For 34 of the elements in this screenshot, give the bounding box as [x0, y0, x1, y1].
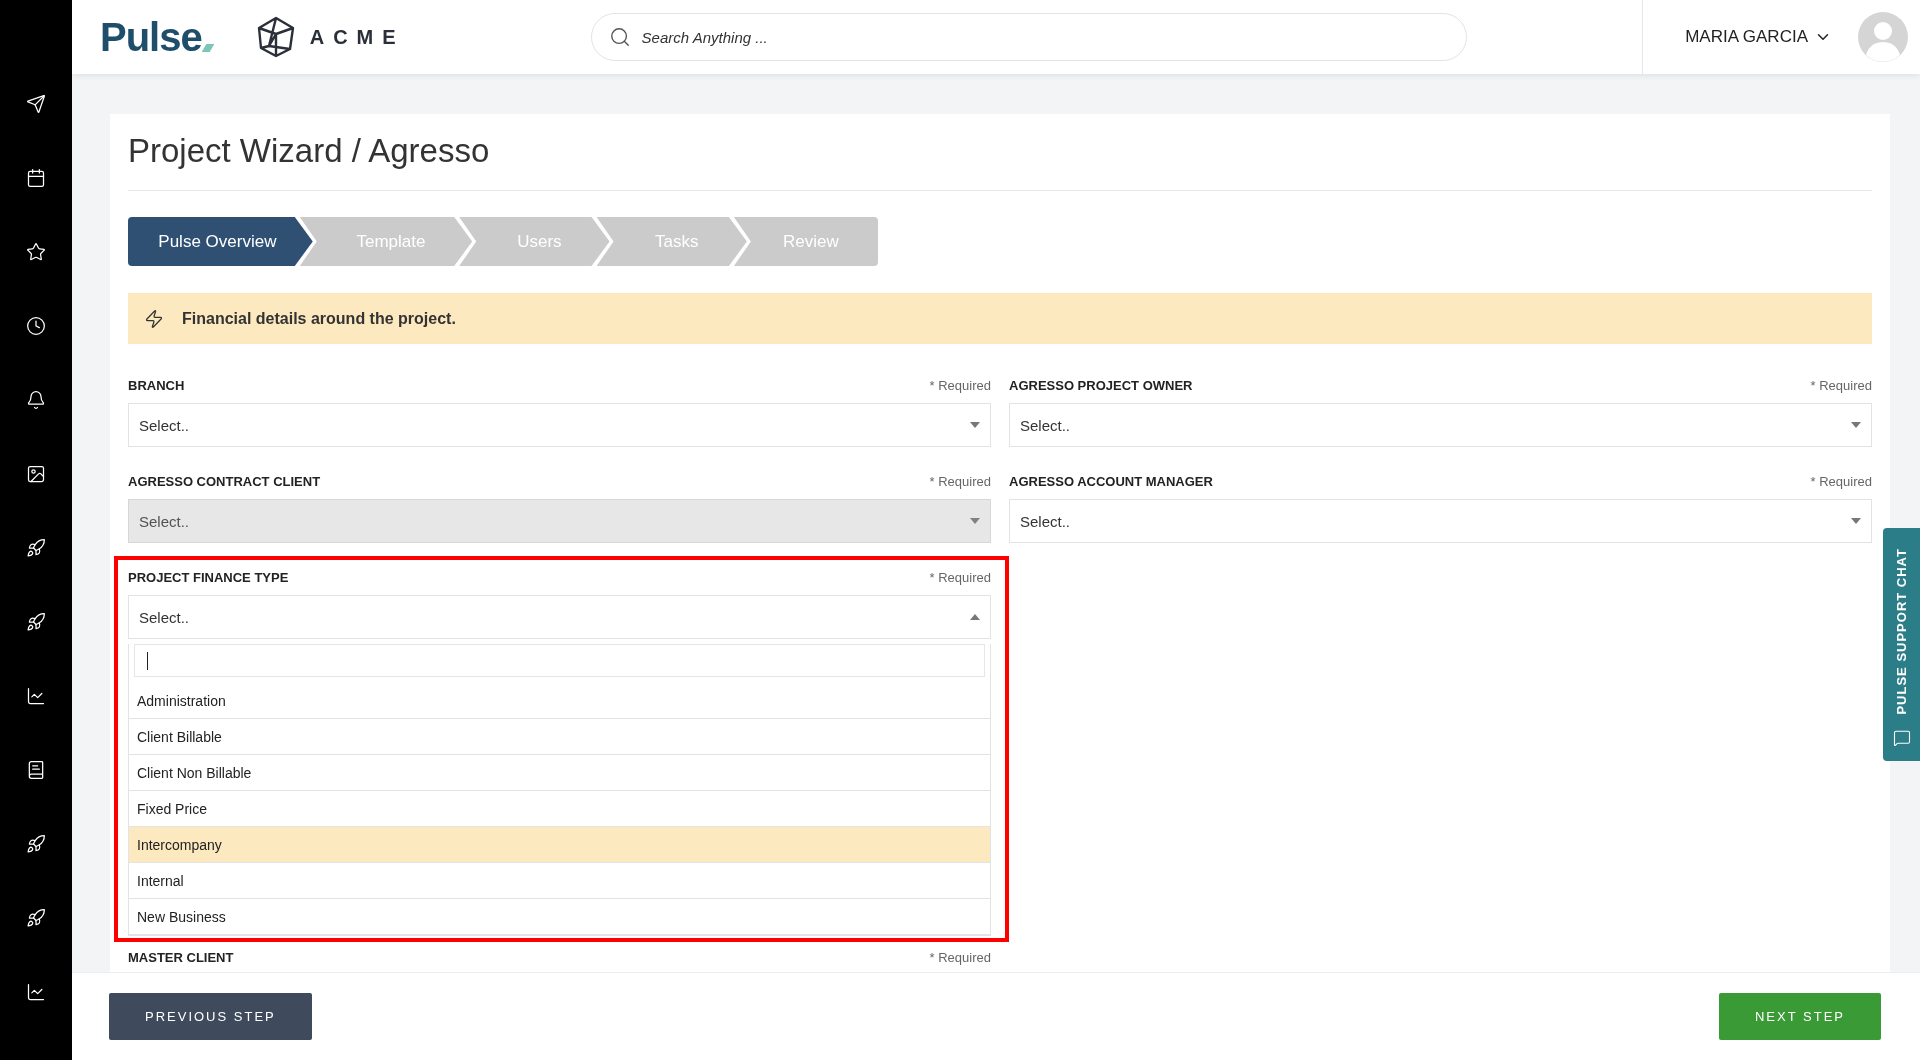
dropdown-option[interactable]: Intercompany [129, 827, 990, 863]
support-chat-tab[interactable]: PULSE SUPPORT CHAT [1883, 528, 1920, 761]
search-icon [608, 26, 631, 48]
field-label: BRANCH [128, 378, 185, 393]
required-note: * Required [929, 950, 991, 965]
select-field[interactable]: Select.. [1009, 499, 1872, 543]
notice-text: Financial details around the project. [182, 309, 456, 328]
company-name: ACME [309, 25, 405, 49]
clock-icon[interactable] [24, 314, 48, 338]
previous-step-button[interactable]: PREVIOUS STEP [109, 993, 312, 1040]
required-note: * Required [929, 570, 991, 585]
field-label: PROJECT FINANCE TYPE [128, 570, 289, 585]
select-field[interactable]: Select.. [128, 595, 991, 639]
required-note: * Required [929, 378, 991, 393]
user-menu[interactable]: MARIA GARCIA [1679, 26, 1838, 48]
page-title: Project Wizard / Agresso [128, 132, 1872, 191]
dropdown-search-field[interactable] [134, 644, 985, 677]
required-note: * Required [1810, 474, 1872, 489]
polyhedron-icon [255, 16, 296, 58]
chat-icon [1892, 729, 1911, 747]
field-label: AGRESSO CONTRACT CLIENT [128, 474, 321, 489]
field-label: AGRESSO PROJECT OWNER [1009, 378, 1193, 393]
lightning-icon [144, 308, 164, 329]
field-label: AGRESSO ACCOUNT MANAGER [1009, 474, 1213, 489]
next-step-button[interactable]: NEXT STEP [1719, 993, 1881, 1040]
send-icon[interactable] [24, 92, 48, 116]
required-note: * Required [1810, 378, 1872, 393]
logo: Pulse [100, 14, 212, 60]
select-field[interactable]: Select.. [1009, 403, 1872, 447]
select-field[interactable]: Select.. [128, 403, 991, 447]
wizard-step[interactable]: Pulse Overview [128, 217, 313, 266]
required-note: * Required [929, 474, 991, 489]
field-label: MASTER CLIENT [128, 950, 234, 965]
search-field[interactable]: Search Anything ... [590, 13, 1467, 61]
